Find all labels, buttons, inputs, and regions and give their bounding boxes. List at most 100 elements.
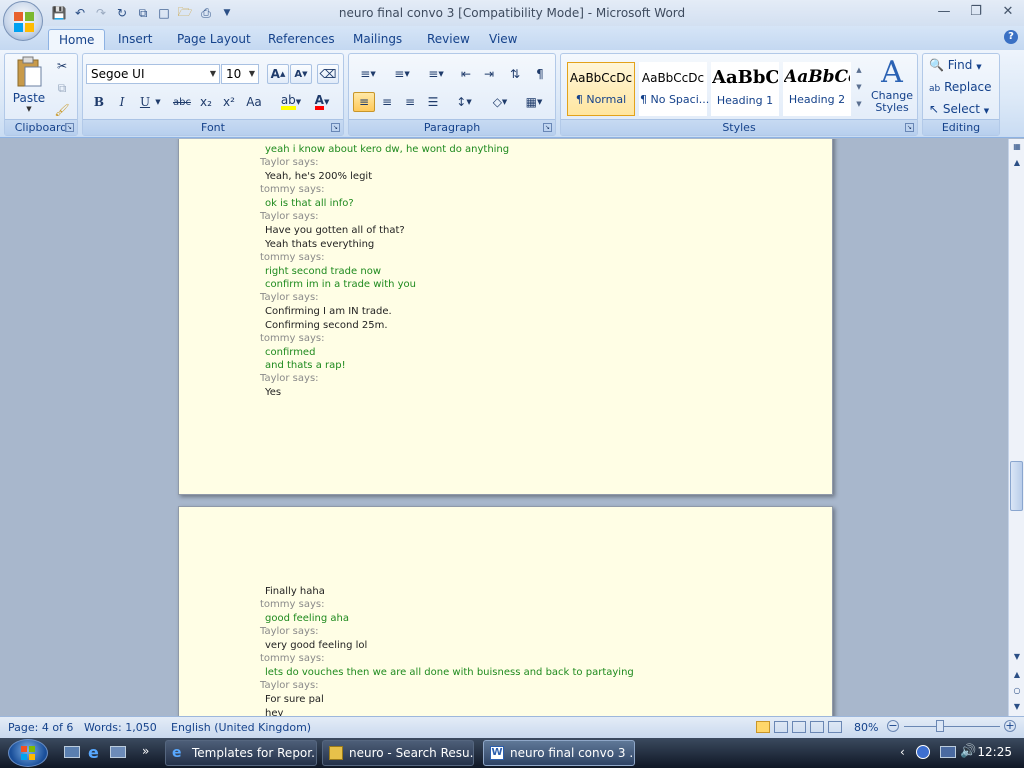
network-icon[interactable] — [940, 746, 956, 758]
show-desktop-icon[interactable] — [64, 746, 80, 758]
clear-formatting-icon[interactable]: ⌫ — [317, 64, 339, 84]
word-count[interactable]: Words: 1,050 — [84, 721, 157, 734]
increase-indent-icon[interactable]: ⇥ — [478, 64, 500, 84]
zoom-level[interactable]: 80% — [854, 721, 878, 734]
align-center-icon[interactable]: ≡ — [376, 92, 398, 112]
language-indicator[interactable]: English (United Kingdom) — [171, 721, 311, 734]
chevron-down-icon: ▼ — [976, 63, 982, 71]
office-button[interactable] — [3, 1, 43, 41]
zoom-slider-thumb[interactable] — [936, 720, 944, 732]
select-button[interactable]: ↖ Select ▼ — [929, 102, 989, 120]
styles-launcher-icon[interactable]: ↘ — [905, 123, 914, 132]
style-no-spacing[interactable]: AaBbCcDc ¶ No Spaci... — [639, 62, 709, 116]
borders-icon[interactable]: ▦ ▼ — [519, 92, 549, 112]
style-normal[interactable]: AaBbCcDc ¶ Normal — [567, 62, 635, 116]
maximize-button[interactable]: ❐ — [964, 3, 988, 21]
style-heading-1[interactable]: AaBbC Heading 1 — [711, 62, 779, 116]
tab-review[interactable]: Review — [417, 29, 480, 50]
change-case-button[interactable]: Aa — [241, 92, 267, 112]
full-screen-reading-icon[interactable] — [774, 721, 788, 733]
shading-icon[interactable]: ◇ ▼ — [485, 92, 515, 112]
print-layout-icon[interactable] — [756, 721, 770, 733]
sort-icon[interactable]: ⇅ — [504, 64, 526, 84]
font-launcher-icon[interactable]: ↘ — [331, 123, 340, 132]
numbering-icon[interactable]: ≡ ▼ — [387, 64, 417, 84]
align-left-icon[interactable]: ≡ — [353, 92, 375, 112]
clock[interactable]: 12:25 — [977, 745, 1012, 759]
more-quicklaunch-icon[interactable]: » — [142, 744, 149, 758]
message-line: yeah i know about kero dw, he wont do an… — [265, 144, 510, 155]
chevron-left-icon[interactable]: ‹ — [900, 745, 905, 759]
paragraph-launcher-icon[interactable]: ↘ — [543, 123, 552, 132]
page-4[interactable]: yeah i know about kero dw, he wont do an… — [178, 139, 833, 495]
cursor-icon: ↖ — [929, 102, 940, 116]
minimize-button[interactable]: — — [932, 3, 956, 21]
previous-page-icon[interactable]: ▲ — [1011, 669, 1023, 681]
cut-icon[interactable]: ✂ — [51, 56, 73, 76]
bullets-icon[interactable]: ≡ ▼ — [353, 64, 383, 84]
subscript-button[interactable]: x₂ — [195, 92, 217, 112]
grow-font-button[interactable]: A ▲ — [267, 64, 289, 84]
paste-button[interactable]: Paste ▼ — [9, 56, 49, 116]
page-count[interactable]: Page: 4 of 6 — [8, 721, 73, 734]
decrease-indent-icon[interactable]: ⇤ — [455, 64, 477, 84]
superscript-button[interactable]: x² — [218, 92, 240, 112]
taskbar-item-label: neuro - Search Resu... — [349, 746, 474, 760]
outline-icon[interactable] — [810, 721, 824, 733]
tab-page-layout[interactable]: Page Layout — [167, 29, 261, 50]
page-5[interactable]: Finally haha tommy says: good feeling aha T… — [178, 506, 833, 716]
taskbar-item-word[interactable]: W neuro final convo 3 ... — [483, 740, 635, 766]
style-heading-2[interactable]: AaBbCc Heading 2 — [783, 62, 851, 116]
volume-icon[interactable]: 🔊 — [960, 744, 976, 759]
replace-button[interactable]: ab Replace — [929, 80, 992, 98]
clipboard-launcher-icon[interactable]: ↘ — [65, 123, 74, 132]
zoom-out-icon[interactable]: − — [887, 720, 899, 732]
tab-mailings[interactable]: Mailings — [343, 29, 412, 50]
web-layout-icon[interactable] — [792, 721, 806, 733]
messenger-icon[interactable] — [916, 745, 930, 759]
speaker-label: Taylor says: — [260, 680, 319, 691]
ruler-toggle-icon[interactable]: ▦ — [1011, 141, 1023, 153]
copy-format-icon[interactable]: ⧉ — [51, 78, 73, 98]
find-button[interactable]: 🔍 Find ▼ — [929, 58, 982, 76]
taskbar-item-search[interactable]: neuro - Search Resu... — [322, 740, 474, 766]
message-line: and thats a rap! — [265, 360, 346, 371]
tab-references[interactable]: References — [258, 29, 345, 50]
line-spacing-icon[interactable]: ↕ ▼ — [449, 92, 479, 112]
tab-home[interactable]: Home — [48, 29, 106, 50]
scroll-up-icon[interactable]: ▲ — [1011, 157, 1023, 169]
strikethrough-button[interactable]: abc — [169, 92, 195, 112]
tab-insert[interactable]: Insert — [108, 29, 162, 50]
bold-button[interactable]: B — [88, 92, 110, 112]
start-button[interactable] — [8, 739, 48, 767]
align-right-icon[interactable]: ≡ — [399, 92, 421, 112]
vertical-scrollbar[interactable]: ▦ ▲ ▼ ▲ ○ ▼ — [1008, 139, 1024, 716]
multilevel-list-icon[interactable]: ≡ ▼ — [421, 64, 451, 84]
scroll-down-icon[interactable]: ▼ — [1011, 651, 1023, 663]
pilcrow-icon[interactable]: ¶ — [529, 64, 551, 84]
italic-button[interactable]: I — [111, 92, 133, 112]
taskbar-item-ie[interactable]: e Templates for Repor... — [165, 740, 317, 766]
highlight-button[interactable]: ab ▼ — [277, 92, 305, 112]
shrink-font-button[interactable]: A ▼ — [290, 64, 312, 84]
justify-icon[interactable]: ☰ — [422, 92, 444, 112]
browse-object-icon[interactable]: ○ — [1011, 685, 1023, 697]
scroll-thumb[interactable] — [1010, 461, 1023, 511]
close-button[interactable]: ✕ — [996, 3, 1020, 21]
zoom-slider[interactable] — [904, 726, 1000, 727]
tab-view[interactable]: View — [479, 29, 527, 50]
document-area[interactable]: yeah i know about kero dw, he wont do an… — [0, 139, 1008, 716]
internet-explorer-icon[interactable]: e — [88, 743, 99, 762]
styles-scroll[interactable]: ▲ ▼ ▼ — [853, 62, 865, 116]
font-size-combo[interactable]: 10 ▼ — [221, 64, 259, 84]
chevron-down-icon[interactable]: ▼ — [153, 92, 163, 112]
format-painter-icon[interactable]: 🖌 — [51, 100, 73, 120]
change-styles-button[interactable]: A Change Styles — [867, 56, 917, 120]
font-name-combo[interactable]: Segoe UI ▼ — [86, 64, 220, 84]
window-switcher-icon[interactable] — [110, 746, 126, 758]
zoom-in-icon[interactable]: + — [1004, 720, 1016, 732]
next-page-icon[interactable]: ▼ — [1011, 701, 1023, 713]
font-color-button[interactable]: A ▼ — [307, 92, 337, 112]
draft-icon[interactable] — [828, 721, 842, 733]
help-icon[interactable]: ? — [1004, 30, 1018, 44]
